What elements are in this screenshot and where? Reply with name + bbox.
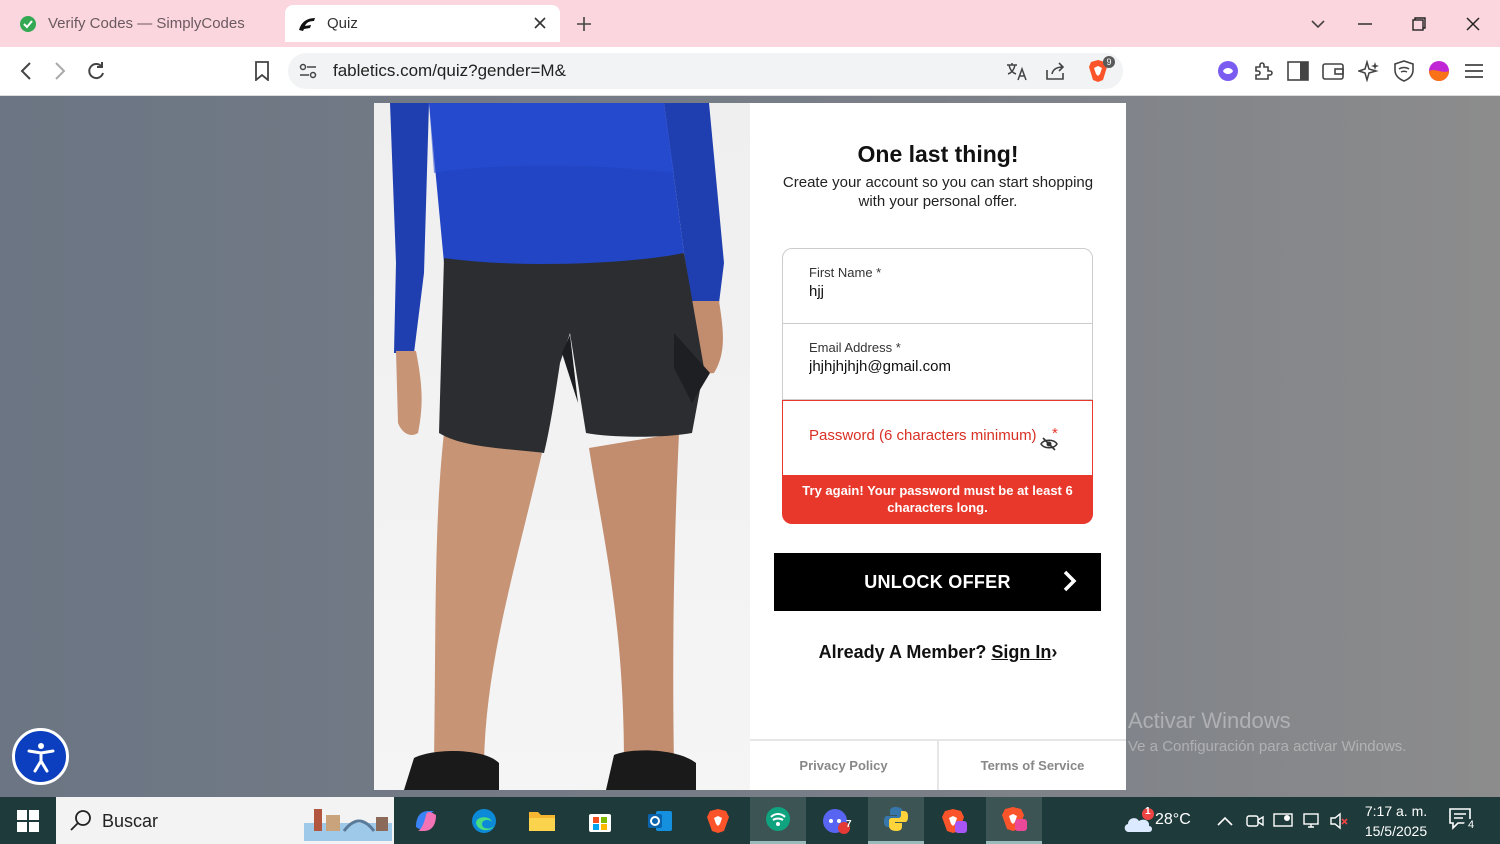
site-settings-icon[interactable] bbox=[296, 59, 320, 83]
reload-button[interactable] bbox=[82, 57, 110, 85]
restore-button[interactable] bbox=[1405, 10, 1433, 38]
windows-activation-watermark: Activar Windows Ve a Configuración para … bbox=[1128, 708, 1406, 755]
sidebar-icon[interactable] bbox=[1284, 57, 1312, 85]
network-icon[interactable] bbox=[1297, 797, 1325, 844]
watermark-line1: Activar Windows bbox=[1128, 708, 1291, 733]
fabletics-icon bbox=[297, 14, 317, 34]
email-field[interactable]: Email Address * bbox=[782, 324, 1093, 400]
bookmark-icon[interactable] bbox=[248, 57, 276, 85]
share-icon[interactable] bbox=[1044, 59, 1068, 83]
sign-in-chevron: › bbox=[1051, 642, 1058, 662]
python-app-icon[interactable] bbox=[868, 797, 924, 844]
temperature: 28°C bbox=[1155, 811, 1191, 828]
first-name-field[interactable]: First Name * bbox=[782, 248, 1093, 324]
member-text: Already A Member? bbox=[818, 642, 987, 662]
search-icon bbox=[70, 809, 92, 836]
unlock-offer-button[interactable]: UNLOCK OFFER bbox=[774, 553, 1101, 611]
windows-taskbar: Buscar 7 1 28°C 7:17 a. m. 15/5/2025 4 bbox=[0, 797, 1500, 844]
brave-nightly-app-icon[interactable] bbox=[986, 797, 1042, 844]
eye-off-icon[interactable] bbox=[1040, 435, 1058, 453]
browser-toolbar: fabletics.com/quiz?gender=M& 9 bbox=[0, 47, 1500, 96]
system-clock[interactable]: 7:17 a. m. 15/5/2025 bbox=[1358, 801, 1434, 841]
brave-app-icon[interactable] bbox=[690, 797, 746, 844]
model-photo bbox=[374, 103, 750, 790]
tab-search-chevron-down-icon[interactable] bbox=[1304, 10, 1332, 38]
modal-title: One last thing! bbox=[857, 141, 1019, 167]
member-prompt: Already A Member? Sign In› bbox=[750, 642, 1126, 663]
sign-in-link[interactable]: Sign In bbox=[991, 642, 1051, 662]
search-placeholder: Buscar bbox=[102, 811, 159, 831]
tab-verify-codes[interactable]: Verify Codes — SimplyCodes bbox=[8, 5, 280, 42]
extensions-icon[interactable] bbox=[1249, 57, 1277, 85]
close-icon[interactable] bbox=[530, 13, 550, 33]
unlock-offer-label: UNLOCK OFFER bbox=[864, 571, 1011, 592]
minimize-button[interactable] bbox=[1351, 10, 1379, 38]
tab-strip: Verify Codes — SimplyCodes Quiz bbox=[0, 0, 1500, 47]
shield-badge: 9 bbox=[1103, 56, 1115, 68]
outlook-app-icon[interactable] bbox=[632, 797, 688, 844]
accessibility-icon bbox=[27, 742, 54, 772]
profile-icon[interactable] bbox=[1425, 57, 1453, 85]
leo-ai-icon[interactable] bbox=[1214, 57, 1242, 85]
forward-button[interactable] bbox=[46, 57, 74, 85]
menu-icon[interactable] bbox=[1460, 57, 1488, 85]
translate-icon[interactable] bbox=[1005, 59, 1029, 83]
url-text[interactable]: fabletics.com/quiz?gender=M& bbox=[333, 61, 566, 81]
back-button[interactable] bbox=[12, 57, 40, 85]
password-input[interactable] bbox=[809, 427, 1059, 444]
first-name-label: First Name * bbox=[809, 265, 882, 280]
discord-app-icon[interactable]: 7 bbox=[808, 797, 864, 844]
first-name-input[interactable] bbox=[809, 283, 1069, 300]
start-button[interactable] bbox=[0, 797, 56, 844]
accessibility-button[interactable] bbox=[12, 728, 69, 785]
modal-subtitle: Create your account so you can start sho… bbox=[782, 174, 1094, 210]
password-error-message: Try again! Your password must be at leas… bbox=[782, 476, 1093, 524]
vpn-shield-icon[interactable] bbox=[1390, 57, 1418, 85]
display-icon[interactable] bbox=[1269, 797, 1297, 844]
sparkle-icon[interactable] bbox=[1355, 57, 1383, 85]
edge-app-icon[interactable] bbox=[456, 797, 512, 844]
email-label: Email Address * bbox=[809, 340, 901, 355]
simplycodes-icon bbox=[18, 14, 38, 34]
clock-time: 7:17 a. m. bbox=[1364, 803, 1428, 819]
notification-count: 4 bbox=[1464, 819, 1478, 831]
close-window-button[interactable] bbox=[1459, 10, 1487, 38]
page-backdrop: One last thing! Create your account so y… bbox=[0, 96, 1500, 797]
taskbar-search[interactable]: Buscar bbox=[56, 797, 394, 844]
privacy-policy-link[interactable]: Privacy Policy bbox=[750, 741, 937, 790]
vpn-app-icon[interactable] bbox=[750, 797, 806, 844]
watermark-line2: Ve a Configuración para activar Windows. bbox=[1128, 738, 1407, 755]
chevron-up-icon[interactable] bbox=[1210, 797, 1240, 844]
terms-of-service-link[interactable]: Terms of Service bbox=[937, 741, 1126, 790]
password-field[interactable]: * bbox=[782, 400, 1093, 476]
wallet-icon[interactable] bbox=[1319, 57, 1347, 85]
field-group: First Name * Email Address * * Try again… bbox=[782, 248, 1093, 524]
tab-label: Verify Codes — SimplyCodes bbox=[48, 15, 245, 32]
clock-date: 15/5/2025 bbox=[1364, 823, 1428, 839]
file-explorer-app-icon[interactable] bbox=[514, 797, 570, 844]
volume-muted-icon[interactable] bbox=[1325, 797, 1353, 844]
address-bar[interactable]: fabletics.com/quiz?gender=M& 9 bbox=[288, 53, 1123, 89]
camera-icon[interactable] bbox=[1241, 797, 1269, 844]
search-highlight-illustration bbox=[304, 801, 392, 841]
brave-beta-app-icon[interactable] bbox=[926, 797, 982, 844]
discord-badge: 7 bbox=[846, 819, 852, 830]
windows-icon bbox=[17, 809, 39, 832]
email-input[interactable] bbox=[809, 358, 1069, 375]
tab-quiz[interactable]: Quiz bbox=[285, 5, 560, 42]
chevron-right-icon bbox=[1063, 570, 1077, 597]
signup-form: One last thing! Create your account so y… bbox=[750, 103, 1126, 790]
microsoft-store-app-icon[interactable] bbox=[572, 797, 628, 844]
signup-modal: One last thing! Create your account so y… bbox=[374, 103, 1126, 790]
modal-footer: Privacy Policy Terms of Service bbox=[750, 739, 1126, 790]
new-tab-button[interactable] bbox=[572, 12, 596, 36]
tab-label: Quiz bbox=[327, 15, 358, 32]
copilot-app-icon[interactable] bbox=[398, 797, 454, 844]
weather-badge: 1 bbox=[1145, 806, 1151, 817]
